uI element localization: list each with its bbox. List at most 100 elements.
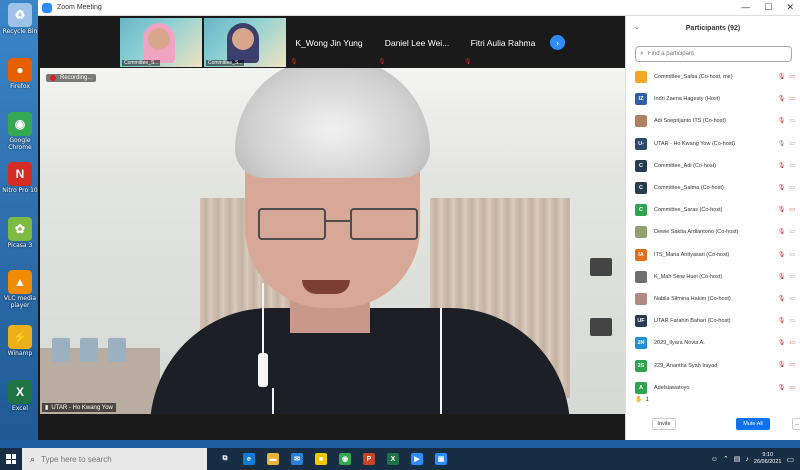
mic-muted-icon[interactable]: 🎙 [778, 339, 786, 346]
volume-icon[interactable]: ♪ [745, 456, 749, 463]
desktop-shortcut[interactable]: ● Firefox [2, 58, 38, 90]
lamp [590, 318, 612, 336]
active-speaker-video[interactable]: Recording... ▮ UTAR - Ho Kwang Yow [40, 68, 625, 414]
mic-muted-icon[interactable]: 🎙 [778, 162, 786, 169]
participant-row[interactable]: K_Mah Siew Huei (Co-host) 🎙 ▭ [626, 266, 800, 288]
camera-on-icon[interactable]: ▭ [789, 117, 795, 124]
taskbar-app-button[interactable]: ⧉ [213, 448, 237, 470]
camera-off-icon[interactable]: ▭ [789, 95, 795, 102]
close-button[interactable]: ✕ [786, 2, 794, 13]
taskbar-app-button[interactable]: ◉ [333, 448, 357, 470]
clock[interactable]: 9:10 26/06/2021 [754, 452, 782, 466]
mic-muted-icon[interactable]: 🎙 [778, 184, 786, 191]
taskbar-search-box[interactable]: ⌕ [22, 448, 207, 470]
desktop-shortcut[interactable]: X Excel [2, 380, 38, 412]
gallery-tile[interactable]: Daniel Lee Wei... 🎙 [376, 18, 458, 67]
mail-icon: ✉ [291, 453, 303, 465]
camera-off-icon[interactable]: ▭ [789, 206, 795, 213]
mic-muted-icon[interactable]: 🎙 [778, 73, 786, 80]
camera-on-icon[interactable]: ▭ [789, 251, 795, 258]
participant-row[interactable]: C Committee_Adi (Co-host) 🎙 ▭ [626, 155, 800, 177]
camera-off-icon[interactable]: ▭ [789, 384, 795, 391]
gallery-tile[interactable]: Committee_S... [120, 18, 202, 67]
participant-row[interactable]: Committee_Salsa (Co-host, me) 🎙 ▭ [626, 66, 800, 88]
participant-row[interactable]: IZ Indri Zaena Hagesty (Host) 🎙 ▭ [626, 88, 800, 110]
gallery-tile[interactable]: Committee_S... [204, 18, 286, 67]
camera-on-icon[interactable]: ▭ [789, 184, 795, 191]
participant-avatar [635, 292, 647, 305]
mic-on-icon[interactable]: 🎙 [778, 140, 786, 147]
notifications-icon[interactable]: ▭ [786, 455, 794, 464]
participants-panel: ⌄ Participants (92) ⌕ Committee_Salsa (C… [625, 16, 800, 440]
mic-muted-icon[interactable]: 🎙 [778, 317, 786, 324]
camera-on-icon[interactable]: ▭ [789, 228, 795, 235]
collapse-panel-icon[interactable]: ⌄ [634, 23, 640, 31]
more-options-button[interactable]: ... [792, 418, 800, 430]
participant-list[interactable]: Committee_Salsa (Co-host, me) 🎙 ▭ IZ Indri Z… [626, 66, 800, 402]
taskbar-app-button[interactable]: X [381, 448, 405, 470]
camera-on-icon[interactable]: ▭ [789, 317, 795, 324]
camera-off-icon[interactable]: ▭ [789, 339, 795, 346]
taskbar-search-input[interactable] [41, 454, 202, 464]
camera-on-icon[interactable]: ▭ [789, 140, 795, 147]
camera-on-icon[interactable]: ▭ [789, 295, 795, 302]
mic-muted-icon[interactable]: 🎙 [778, 251, 786, 258]
participant-row[interactable]: 2S 229_Anantha Syah Irsyad 🎙 ▭ [626, 354, 800, 376]
taskbar-app-button[interactable]: e [237, 448, 261, 470]
start-button[interactable] [0, 448, 22, 470]
taskbar-app-button[interactable]: ✉ [285, 448, 309, 470]
desktop-shortcut[interactable]: ♻ Recycle Bin [2, 3, 38, 35]
invite-button[interactable]: Invite [652, 418, 676, 430]
minimize-button[interactable]: — [741, 2, 750, 13]
mute-all-button[interactable]: Mute All [736, 418, 770, 430]
camera-off-icon[interactable]: ▭ [789, 73, 795, 80]
shelf-item [108, 338, 126, 362]
taskbar-app-button[interactable]: ▶ [405, 448, 429, 470]
show-hidden-icons-icon[interactable]: ⌃ [723, 455, 729, 463]
title-bar[interactable]: Zoom Meeting — ☐ ✕ [38, 0, 800, 16]
taskbar-app-button[interactable]: ▣ [429, 448, 453, 470]
camera-on-icon[interactable]: ▭ [789, 273, 795, 280]
participant-row[interactable]: C Committee_Saras (Co-host) 🎙 ▭ [626, 199, 800, 221]
participant-search-input[interactable] [647, 51, 778, 57]
gallery-next-button[interactable]: › [550, 35, 565, 50]
participant-row[interactable]: U- UTAR - Ho Kwang Yow (Co-host) 🎙 ▭ [626, 133, 800, 155]
participant-search-box[interactable]: ⌕ [635, 46, 792, 62]
desktop-shortcut[interactable]: ◉ Google Chrome [2, 112, 38, 151]
maximize-button[interactable]: ☐ [764, 2, 772, 13]
participant-name: Committee_Salsa (Co-host, me) [654, 74, 733, 81]
taskbar-app-button[interactable]: ▬ [261, 448, 285, 470]
mic-muted-icon[interactable]: 🎙 [778, 206, 786, 213]
gallery-tile-name: Committee_S... [206, 60, 245, 66]
camera-on-icon[interactable]: ▭ [789, 162, 795, 169]
zoom-logo-icon [42, 2, 52, 13]
network-icon[interactable]: ▤ [734, 455, 741, 463]
participant-row[interactable]: 2N 2029_Ilyara Novia A. 🎙 ▭ [626, 332, 800, 354]
participant-row[interactable]: Dewie Saktia Ardiantono (Co-host) 🎙 ▭ [626, 221, 800, 243]
gallery-tile[interactable]: K_Wong Jin Yung 🎙 [288, 18, 370, 67]
participant-row[interactable]: Nabila Silmina Hakim (Co-host) 🎙 ▭ [626, 288, 800, 310]
people-icon[interactable]: ☺ [711, 456, 718, 463]
mic-muted-icon[interactable]: 🎙 [778, 95, 786, 102]
mic-muted-icon[interactable]: 🎙 [778, 117, 786, 124]
desktop-shortcut[interactable]: ⚡ Winamp [2, 325, 38, 357]
participant-row[interactable]: Adi Soeprijanto ITS (Co-host) 🎙 ▭ [626, 110, 800, 132]
recording-label: Recording... [60, 75, 93, 81]
taskbar-app-button[interactable]: P [357, 448, 381, 470]
desktop-shortcut[interactable]: ▲ VLC media player [2, 270, 38, 309]
participant-row[interactable]: C Committee_Salma (Co-host) 🎙 ▭ [626, 177, 800, 199]
taskbar-app-button[interactable]: ■ [309, 448, 333, 470]
mic-muted-icon: 🎙 [378, 59, 386, 65]
mic-muted-icon[interactable]: 🎙 [778, 273, 786, 280]
participant-row[interactable]: IA ITS_Maria Anityasari (Co-host) 🎙 ▭ [626, 244, 800, 266]
mic-muted-icon[interactable]: 🎙 [778, 295, 786, 302]
mic-muted-icon[interactable]: 🎙 [778, 384, 786, 391]
gallery-tile[interactable]: Fitri Aulia Rahma 🎙 [462, 18, 544, 67]
desktop-shortcut[interactable]: ✿ Picasa 3 [2, 217, 38, 249]
mic-muted-icon[interactable]: 🎙 [778, 361, 786, 368]
desktop-shortcut[interactable]: N Nitro Pro 10 [2, 162, 38, 194]
participant-row[interactable]: A Adelsiawatoyo 🎙 ▭ [626, 377, 800, 399]
participant-row[interactable]: UF UTAR Farahin Bahari (Co-host) 🎙 ▭ [626, 310, 800, 332]
mic-muted-icon[interactable]: 🎙 [778, 228, 786, 235]
camera-off-icon[interactable]: ▭ [789, 361, 795, 368]
